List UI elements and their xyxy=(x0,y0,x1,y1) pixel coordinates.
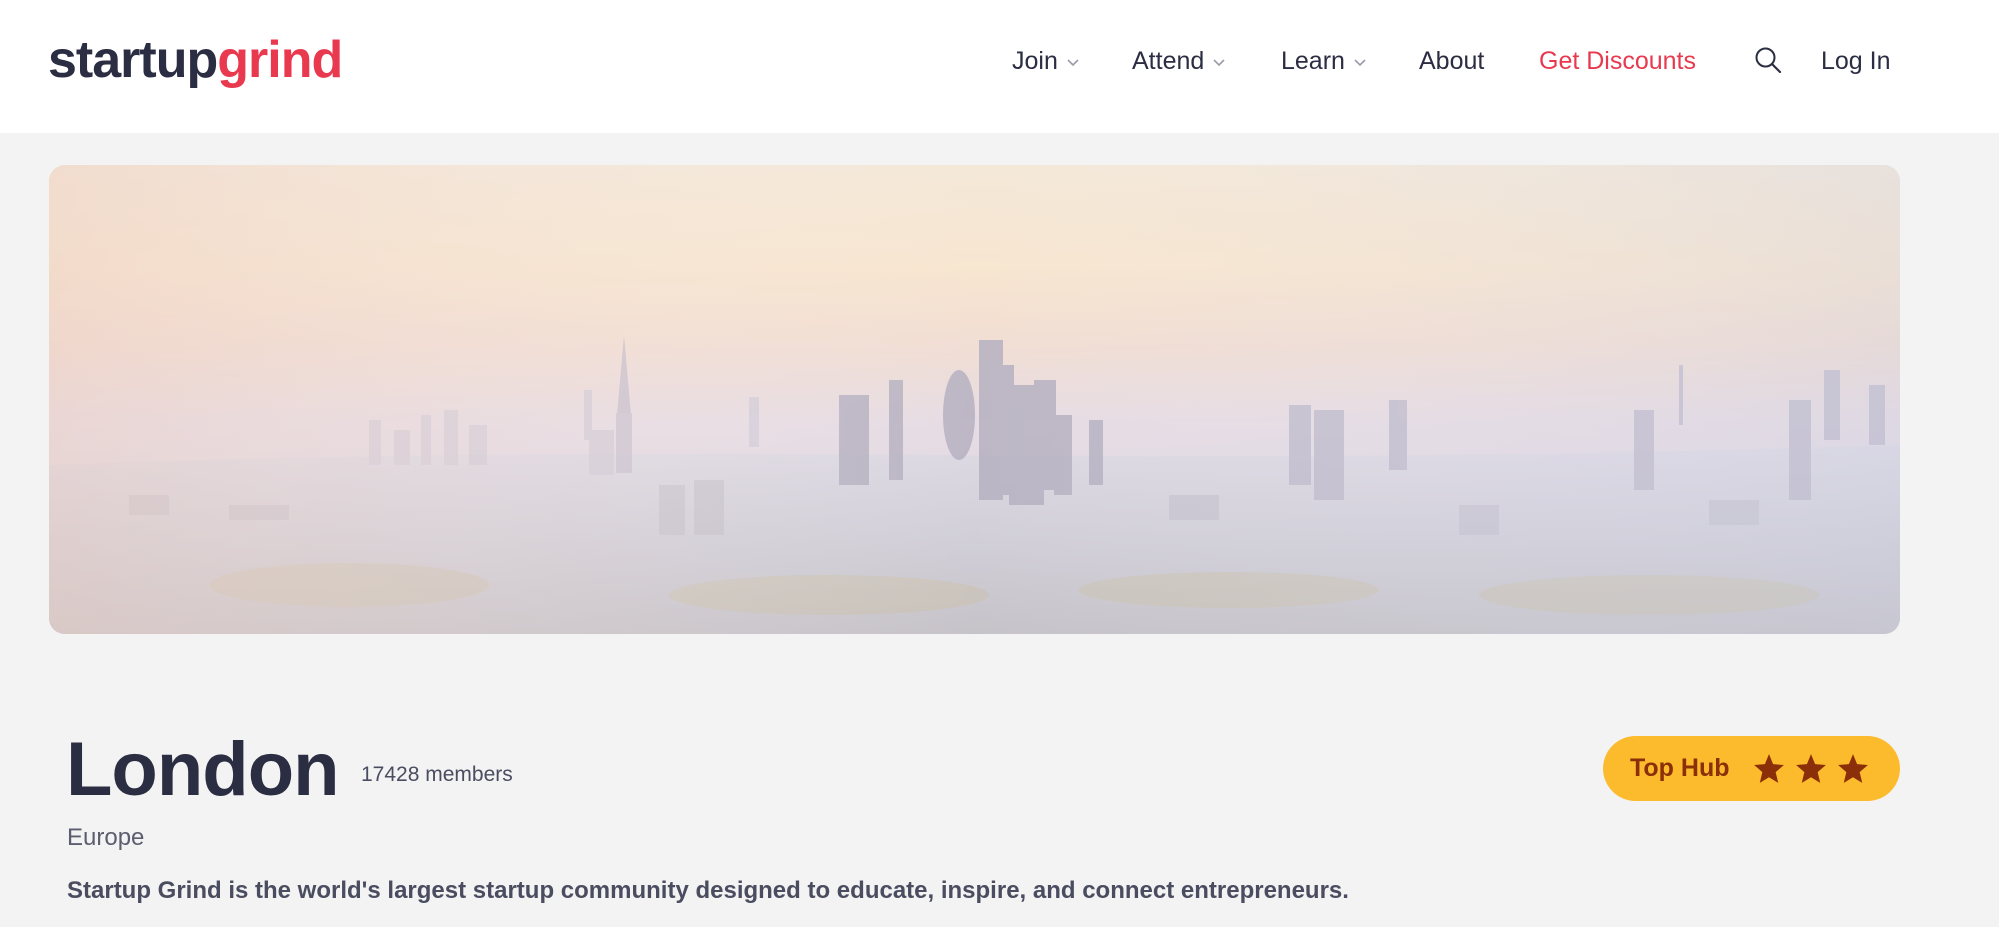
top-hub-badge: Top Hub xyxy=(1603,736,1900,801)
nav-about-label: About xyxy=(1419,46,1485,75)
hub-tagline: Startup Grind is the world's largest sta… xyxy=(67,877,1349,904)
hub-title: London xyxy=(66,727,340,812)
star-icon xyxy=(1795,753,1826,783)
search-icon[interactable] xyxy=(1754,46,1782,74)
logo-text-grind: grind xyxy=(217,31,343,89)
star-icon xyxy=(1837,753,1868,783)
nav-get-discounts[interactable]: Get Discounts xyxy=(1539,40,1696,82)
london-skyline-image xyxy=(49,165,1900,634)
rating-stars xyxy=(1752,752,1878,786)
nav-attend[interactable]: Attend xyxy=(1132,40,1226,82)
chevron-down-icon xyxy=(1354,59,1366,67)
nav-learn-label: Learn xyxy=(1281,46,1345,75)
nav-attend-label: Attend xyxy=(1132,46,1205,75)
logo-text-startup: startup xyxy=(48,31,218,89)
chevron-down-icon xyxy=(1067,59,1079,67)
startup-grind-logo[interactable]: startupgrind xyxy=(48,28,343,92)
hub-banner-image xyxy=(49,165,1900,634)
star-icon xyxy=(1753,753,1784,783)
nav-about[interactable]: About xyxy=(1419,40,1484,82)
nav-get-discounts-label: Get Discounts xyxy=(1539,46,1697,75)
nav-join[interactable]: Join xyxy=(1012,40,1080,82)
nav-learn[interactable]: Learn xyxy=(1281,40,1367,82)
top-hub-label: Top Hub xyxy=(1630,754,1730,782)
nav-log-in-label: Log In xyxy=(1821,46,1891,75)
nav-log-in[interactable]: Log In xyxy=(1821,40,1891,82)
member-count[interactable]: 17428 members xyxy=(361,761,513,789)
nav-join-label: Join xyxy=(1012,46,1058,75)
hub-region: Europe xyxy=(67,824,145,851)
site-header: startupgrind Join Attend Learn About Get… xyxy=(0,0,1999,133)
chevron-down-icon xyxy=(1213,59,1225,67)
